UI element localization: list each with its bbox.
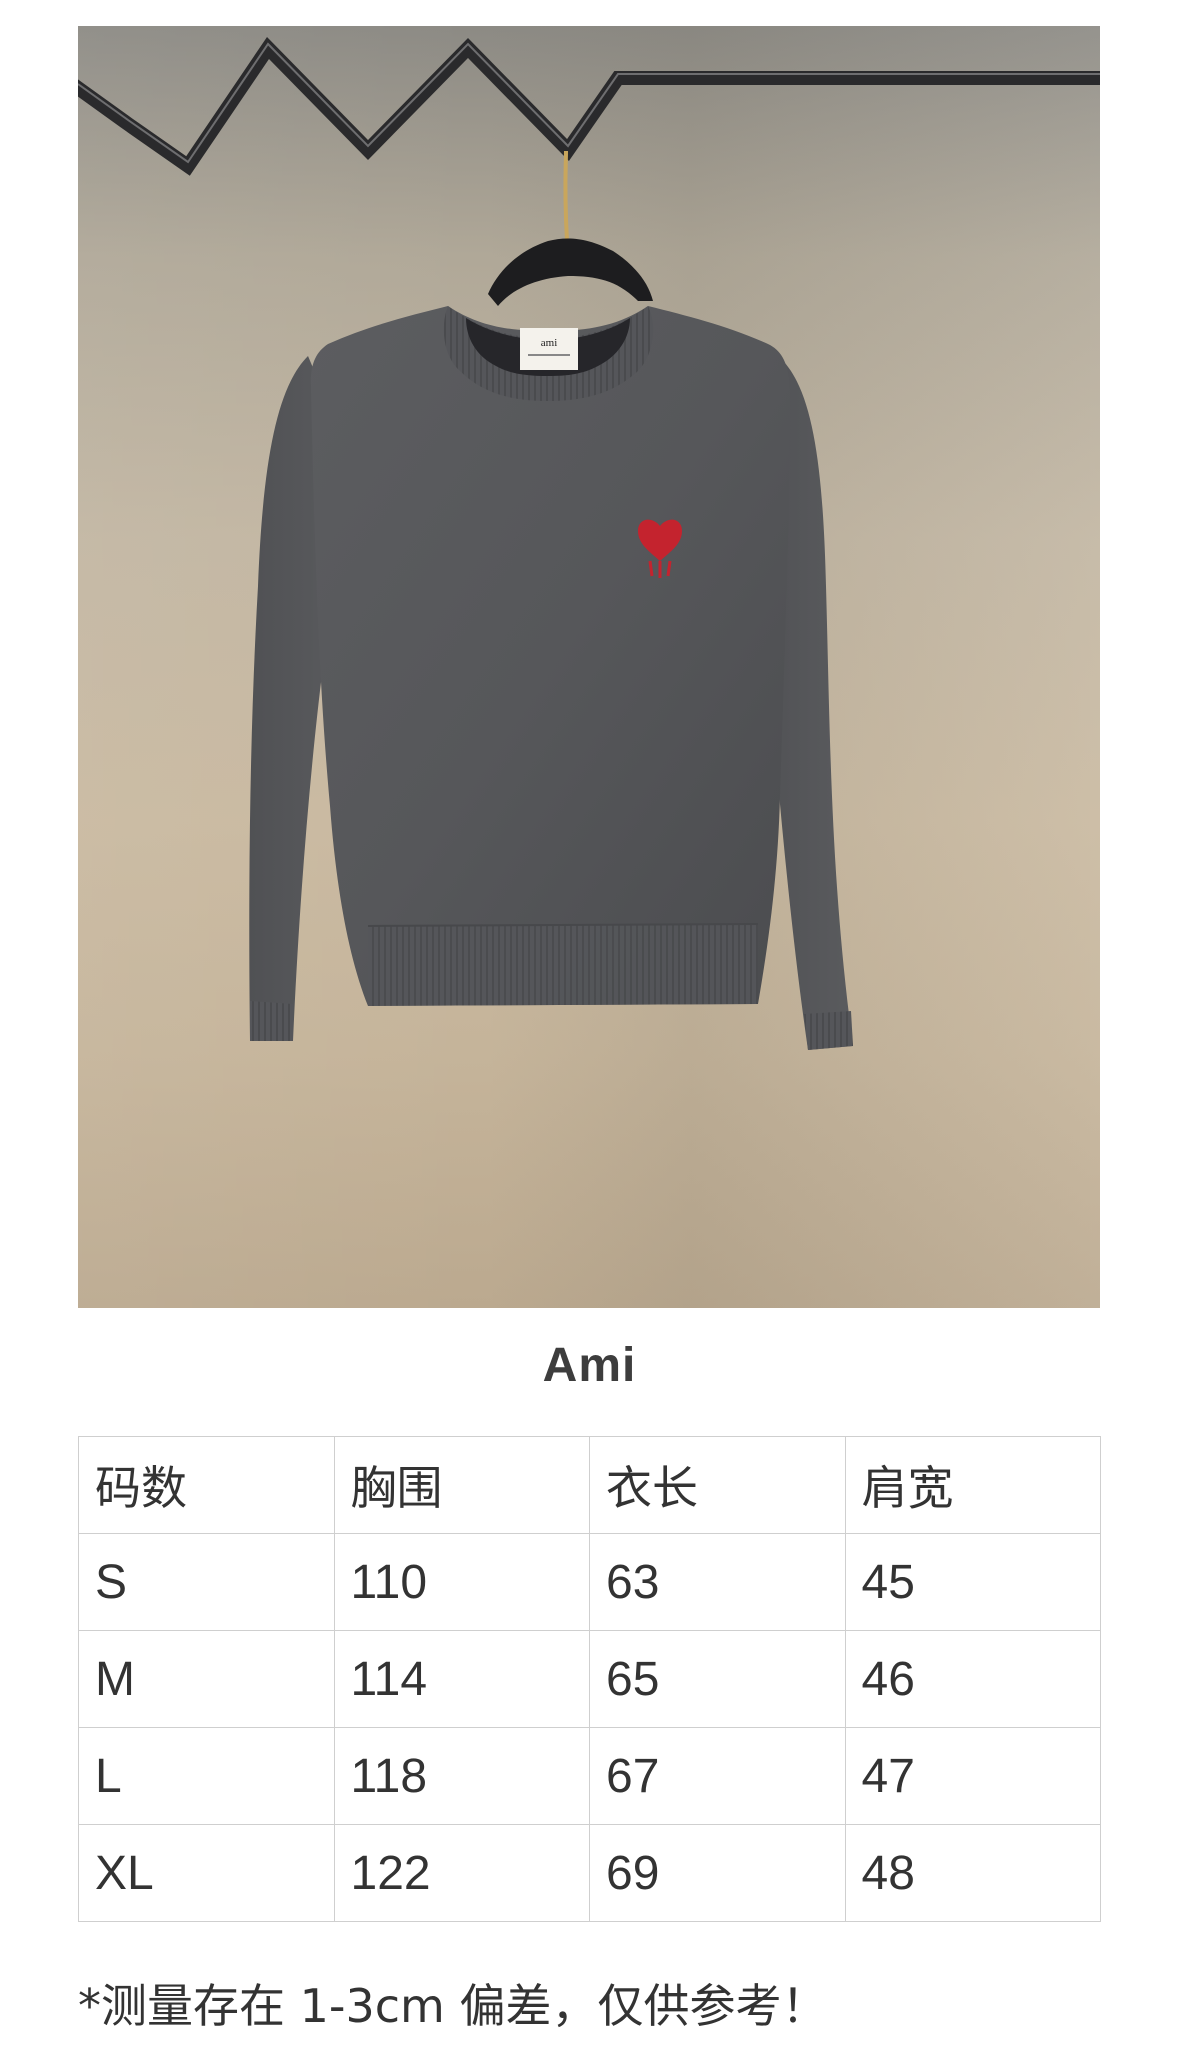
product-photo: ami [78, 26, 1100, 1308]
cell-size: M [78, 1630, 335, 1728]
header-size: 码数 [78, 1436, 335, 1534]
header-shoulder: 肩宽 [844, 1436, 1101, 1534]
header-length: 衣长 [589, 1436, 846, 1534]
table-header-row: 码数 胸围 衣长 肩宽 [78, 1436, 1101, 1534]
table-row: XL 122 69 48 [78, 1824, 1101, 1922]
cell-size: S [78, 1533, 335, 1631]
cell-chest: 114 [333, 1630, 590, 1728]
cell-length: 65 [589, 1630, 846, 1728]
neck-label-text: ami [541, 337, 558, 349]
table-row: M 114 65 46 [78, 1630, 1101, 1728]
header-chest: 胸围 [333, 1436, 590, 1534]
cell-length: 67 [589, 1727, 846, 1825]
measurement-footnote: *测量存在 1-3cm 偏差，仅供参考！ [78, 1979, 828, 2033]
cell-length: 69 [589, 1824, 846, 1922]
cell-chest: 110 [333, 1533, 590, 1631]
hanger-hook [563, 150, 569, 242]
table-row: S 110 63 45 [78, 1533, 1101, 1631]
cell-shoulder: 48 [844, 1824, 1101, 1922]
brand-title: Ami [542, 1339, 637, 1392]
hanger [488, 238, 653, 306]
clothes-rack [78, 36, 1100, 176]
neck-label [520, 328, 578, 370]
cell-chest: 122 [333, 1824, 590, 1922]
cell-shoulder: 46 [844, 1630, 1101, 1728]
cell-chest: 118 [333, 1727, 590, 1825]
sweater-illustration: ami [78, 36, 1100, 1050]
cell-shoulder: 45 [844, 1533, 1101, 1631]
product-page: ami Ami 码数 胸围 衣长 肩宽 S 110 63 45 M 114 65… [0, 0, 1179, 2049]
cell-length: 63 [589, 1533, 846, 1631]
cell-shoulder: 47 [844, 1727, 1101, 1825]
size-table: 码数 胸围 衣长 肩宽 S 110 63 45 M 114 65 46 L 11… [78, 1436, 1101, 1922]
sweater-body [310, 306, 790, 1006]
cell-size: XL [78, 1824, 335, 1922]
table-row: L 118 67 47 [78, 1727, 1101, 1825]
cell-size: L [78, 1727, 335, 1825]
